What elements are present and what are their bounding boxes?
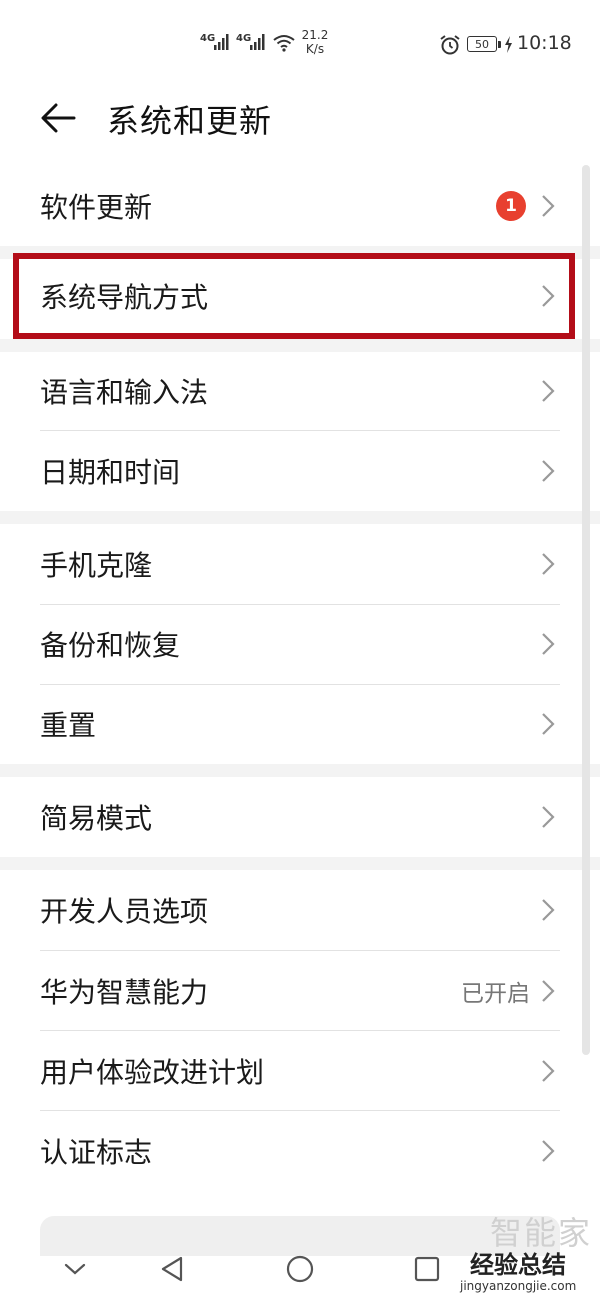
home-circle-icon bbox=[286, 1255, 314, 1283]
item-label: 认证标志 bbox=[40, 1136, 153, 1169]
recents-nav-button[interactable] bbox=[407, 1249, 447, 1289]
highlight-box bbox=[13, 253, 575, 339]
chevron-right-icon bbox=[542, 195, 555, 217]
charging-icon bbox=[505, 36, 512, 53]
item-label: 日期和时间 bbox=[40, 456, 181, 489]
back-triangle-icon bbox=[161, 1256, 183, 1282]
chevron-right-icon bbox=[542, 553, 555, 575]
back-arrow-icon[interactable] bbox=[40, 100, 76, 136]
network-type-1: 4G bbox=[200, 33, 216, 44]
alarm-icon bbox=[440, 35, 460, 55]
signal-icon bbox=[214, 34, 229, 50]
clock: 10:18 bbox=[517, 32, 572, 54]
chevron-right-icon bbox=[542, 806, 555, 828]
list-item-software-update[interactable]: 软件更新 1 bbox=[0, 166, 600, 246]
chevron-right-icon bbox=[542, 1140, 555, 1162]
back-nav-button[interactable] bbox=[152, 1249, 192, 1289]
chevron-right-icon bbox=[542, 899, 555, 921]
collapse-icon bbox=[64, 1263, 86, 1275]
list-item-phone-clone[interactable]: 手机克隆 bbox=[0, 524, 600, 604]
item-label: 华为智慧能力 bbox=[40, 976, 209, 1009]
item-label: 备份和恢复 bbox=[40, 629, 181, 662]
network-speed: 21.2 K/s bbox=[300, 28, 330, 56]
item-label: 简易模式 bbox=[40, 802, 153, 835]
item-status-value: 已开启 bbox=[461, 981, 530, 1007]
speed-unit: K/s bbox=[305, 42, 325, 56]
item-label: 重置 bbox=[40, 709, 97, 742]
list-item-user-experience[interactable]: 用户体验改进计划 bbox=[0, 1031, 600, 1111]
home-nav-button[interactable] bbox=[280, 1249, 320, 1289]
signal-icon bbox=[250, 34, 265, 50]
chevron-right-icon bbox=[542, 980, 555, 1002]
list-item-simple-mode[interactable]: 简易模式 bbox=[0, 777, 600, 857]
chevron-right-icon bbox=[542, 460, 555, 482]
collapse-button[interactable] bbox=[55, 1249, 95, 1289]
chevron-right-icon bbox=[542, 380, 555, 402]
section-gap bbox=[0, 511, 600, 524]
list-item-language-input[interactable]: 语言和输入法 bbox=[0, 351, 600, 431]
list-item-date-time[interactable]: 日期和时间 bbox=[0, 431, 600, 511]
scrollbar[interactable] bbox=[582, 165, 590, 1055]
wifi-icon bbox=[273, 35, 295, 52]
chevron-right-icon bbox=[542, 1060, 555, 1082]
list-item-backup-restore[interactable]: 备份和恢复 bbox=[0, 604, 600, 684]
item-label: 语言和输入法 bbox=[40, 376, 209, 409]
network-type-2: 4G bbox=[236, 33, 252, 44]
battery-tip bbox=[498, 41, 501, 48]
item-label: 软件更新 bbox=[40, 191, 153, 224]
chevron-right-icon bbox=[542, 633, 555, 655]
list-item-developer-options[interactable]: 开发人员选项 bbox=[0, 870, 600, 950]
status-bar: 4G 4G 21.2 K/s 50 10:18 bbox=[0, 0, 600, 90]
item-label: 开发人员选项 bbox=[40, 895, 209, 928]
navigation-bar bbox=[0, 1235, 600, 1300]
chevron-right-icon bbox=[542, 713, 555, 735]
update-count-badge: 1 bbox=[496, 191, 526, 221]
recents-square-icon bbox=[414, 1256, 440, 1282]
section-gap bbox=[0, 857, 600, 870]
section-gap bbox=[0, 764, 600, 777]
speed-value: 21.2 bbox=[301, 28, 329, 42]
page-title: 系统和更新 bbox=[107, 102, 273, 140]
battery-level: 50 bbox=[467, 36, 497, 52]
list-item-certification[interactable]: 认证标志 bbox=[0, 1111, 600, 1191]
item-label: 用户体验改进计划 bbox=[40, 1056, 265, 1089]
list-item-huawei-smart[interactable]: 华为智慧能力 已开启 bbox=[0, 951, 600, 1031]
list-item-reset[interactable]: 重置 bbox=[0, 684, 600, 764]
item-label: 手机克隆 bbox=[40, 549, 153, 582]
